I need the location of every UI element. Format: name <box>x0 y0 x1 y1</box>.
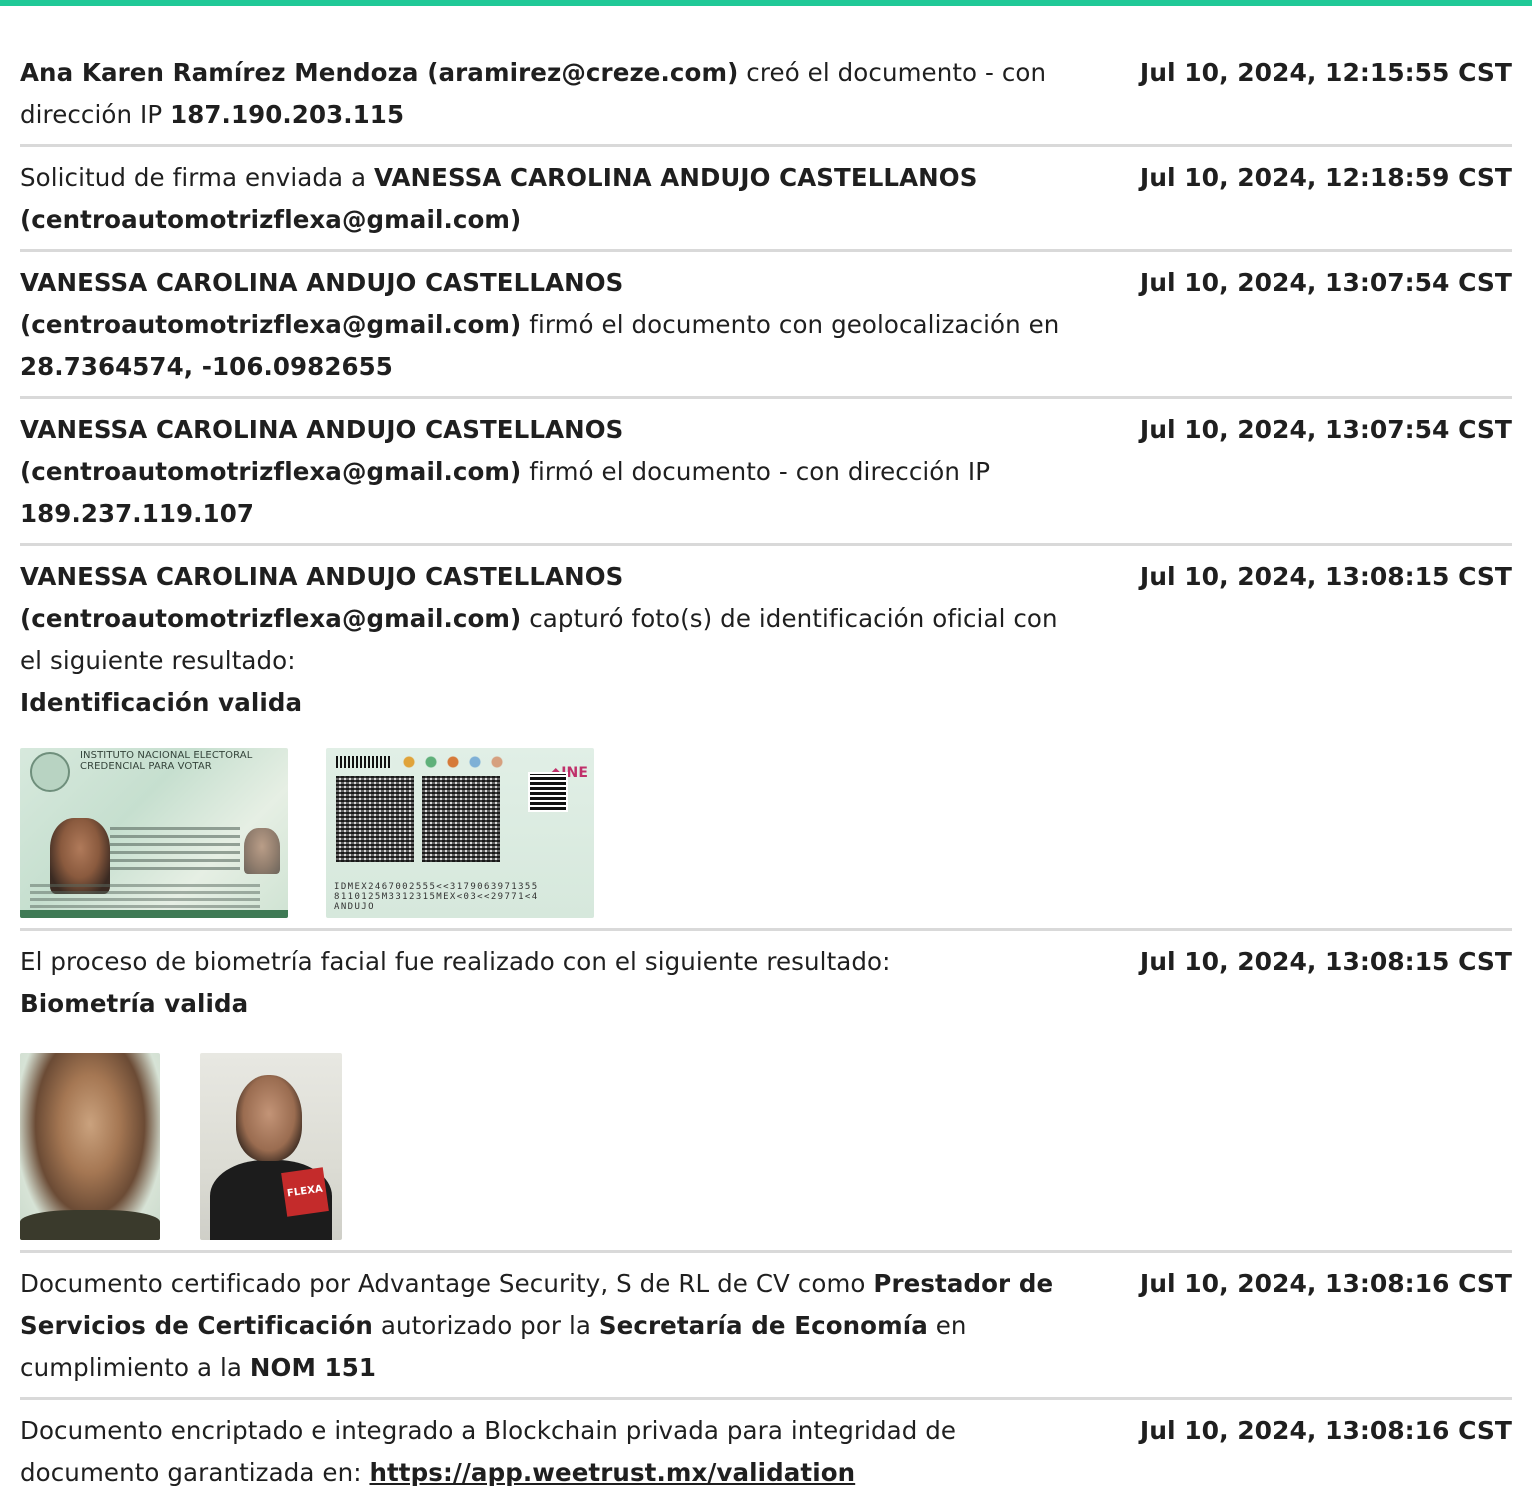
log-entry: Ana Karen Ramírez Mendoza (aramirez@crez… <box>20 42 1512 147</box>
pdf417-code <box>422 776 500 862</box>
entry-timestamp: Jul 10, 2024, 13:07:54 CST <box>1139 415 1512 444</box>
id-front-image[interactable]: INSTITUTO NACIONAL ELECTORAL CREDENCIAL … <box>20 748 288 918</box>
log-entry: Documento encriptado e integrado a Block… <box>20 1400 1512 1502</box>
face-shape <box>236 1075 302 1161</box>
entry-description: VANESSA CAROLINA ANDUJO CASTELLANOS (cen… <box>20 262 1080 388</box>
entry-emphasis-text: 28.7364574, -106.0982655 <box>20 352 393 381</box>
entry-emphasis-text: 187.190.203.115 <box>170 100 405 129</box>
shirt-shape <box>20 1210 160 1240</box>
id-face-crop-image[interactable] <box>20 1053 160 1240</box>
entry-emphasis-text: Biometría valida <box>20 989 249 1018</box>
entry-timestamp: Jul 10, 2024, 13:08:16 CST <box>1139 1416 1512 1445</box>
entry-timestamp: Jul 10, 2024, 12:18:59 CST <box>1139 163 1512 192</box>
log-entry: El proceso de biometría facial fue reali… <box>20 931 1512 1253</box>
barcode-icon <box>336 756 392 768</box>
entry-text: firmó el documento - con dirección IP <box>521 457 991 486</box>
id-edge-decoration <box>20 910 288 918</box>
entry-description: Ana Karen Ramírez Mendoza (aramirez@crez… <box>20 52 1080 136</box>
entry-text: autorizado por la <box>372 1311 599 1340</box>
biometric-images: FLEXA <box>20 1053 1080 1240</box>
entry-description: Documento encriptado e integrado a Block… <box>20 1410 1080 1494</box>
entry-text: El proceso de biometría facial fue reali… <box>20 947 891 976</box>
log-entry: VANESSA CAROLINA ANDUJO CASTELLANOS (cen… <box>20 546 1512 931</box>
entry-emphasis-text: 189.237.119.107 <box>20 499 254 528</box>
entry-emphasis-text: Secretaría de Economía <box>598 1311 928 1340</box>
entry-emphasis-text: NOM 151 <box>249 1353 376 1382</box>
id-footer-lines <box>30 880 260 912</box>
entry-timestamp: Jul 10, 2024, 13:08:15 CST <box>1139 947 1512 976</box>
qr-code-icon <box>528 772 568 812</box>
id-back-image[interactable]: ◆INE IDMEX2467002555<<3179063971355 81101… <box>326 748 594 918</box>
entry-description: Solicitud de firma enviada a VANESSA CAR… <box>20 157 1080 241</box>
entry-description: VANESSA CAROLINA ANDUJO CASTELLANOS (cen… <box>20 556 1080 920</box>
log-entry: VANESSA CAROLINA ANDUJO CASTELLANOS (cen… <box>20 399 1512 546</box>
machine-readable-zone: IDMEX2467002555<<3179063971355 8110125M33… <box>334 882 539 912</box>
entry-timestamp: Jul 10, 2024, 12:15:55 CST <box>1139 58 1512 87</box>
entry-description: Documento certificado por Advantage Secu… <box>20 1263 1080 1389</box>
audit-log: Ana Karen Ramírez Mendoza (aramirez@crez… <box>0 6 1532 1502</box>
entry-timestamp: Jul 10, 2024, 13:08:15 CST <box>1139 562 1512 591</box>
selfie-image[interactable]: FLEXA <box>200 1053 342 1240</box>
security-pattern <box>398 752 508 772</box>
log-entry: Solicitud de firma enviada a VANESSA CAR… <box>20 147 1512 252</box>
id-ghost-portrait <box>244 828 280 874</box>
id-front-header: INSTITUTO NACIONAL ELECTORAL CREDENCIAL … <box>80 750 253 772</box>
national-seal-icon <box>30 752 70 792</box>
entry-text: Solicitud de firma enviada a <box>20 163 375 192</box>
id-images: INSTITUTO NACIONAL ELECTORAL CREDENCIAL … <box>20 748 1080 918</box>
pdf417-code <box>336 776 414 862</box>
log-entry: Documento certificado por Advantage Secu… <box>20 1253 1512 1400</box>
entry-text: Documento certificado por Advantage Secu… <box>20 1269 874 1298</box>
entry-description: VANESSA CAROLINA ANDUJO CASTELLANOS (cen… <box>20 409 1080 535</box>
log-entry: VANESSA CAROLINA ANDUJO CASTELLANOS (cen… <box>20 252 1512 399</box>
entry-timestamp: Jul 10, 2024, 13:07:54 CST <box>1139 268 1512 297</box>
entry-text: firmó el documento con geolocalización e… <box>521 310 1060 339</box>
id-text-lines <box>110 822 240 875</box>
entry-description: El proceso de biometría facial fue reali… <box>20 941 1080 1242</box>
shirt-logo: FLEXA <box>281 1167 329 1217</box>
entry-timestamp: Jul 10, 2024, 13:08:16 CST <box>1139 1269 1512 1298</box>
entry-emphasis-text: Ana Karen Ramírez Mendoza (aramirez@crez… <box>20 58 739 87</box>
entry-emphasis-text: Identificación valida <box>20 688 303 717</box>
